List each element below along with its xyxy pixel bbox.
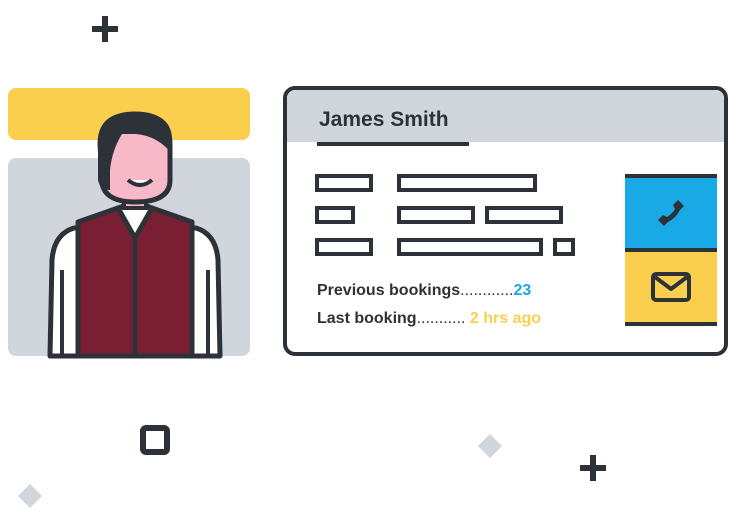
call-button[interactable] [625, 174, 717, 252]
avatar [40, 110, 230, 370]
info-placeholder-1b [397, 174, 537, 192]
plus-decoration-bottom [578, 453, 608, 483]
customer-card: James Smith Previous bookings...........… [283, 86, 728, 356]
previous-bookings-dots: ............ [460, 282, 514, 299]
diamond-decoration-right [476, 432, 504, 460]
square-decoration [139, 424, 171, 456]
contact-actions [625, 174, 717, 330]
previous-bookings-value: 23 [513, 282, 532, 299]
phone-icon [658, 200, 684, 226]
email-button[interactable] [625, 248, 717, 326]
info-placeholder-3c [553, 238, 575, 256]
diamond-decoration-left [16, 482, 44, 510]
info-placeholder-1a [315, 174, 373, 192]
name-underline [317, 142, 469, 146]
last-booking-value: 2 hrs ago [469, 310, 542, 327]
info-placeholder-3a [315, 238, 373, 256]
previous-bookings-row: Previous bookings............23 [317, 282, 531, 300]
customer-name: James Smith [319, 108, 449, 131]
last-booking-row: Last booking........... 2 hrs ago [317, 310, 541, 328]
info-placeholder-2c [485, 206, 563, 224]
plus-decoration-top [90, 14, 120, 44]
last-booking-label: Last booking [317, 310, 417, 327]
info-placeholder-2a [315, 206, 355, 224]
person-illustration-icon [47, 111, 223, 359]
previous-bookings-label: Previous bookings [317, 282, 461, 299]
info-placeholder-3b [397, 238, 543, 256]
envelope-icon [651, 272, 691, 302]
info-placeholder-2b [397, 206, 475, 224]
last-booking-dots: ........... [416, 310, 466, 327]
